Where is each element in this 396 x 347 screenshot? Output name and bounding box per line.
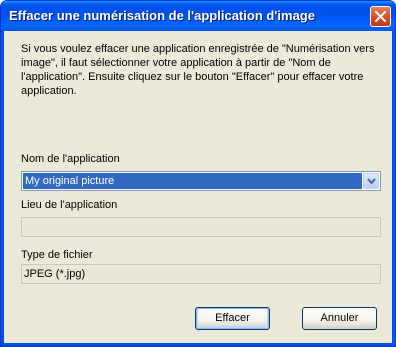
app-location-field bbox=[21, 217, 381, 237]
delete-button[interactable]: Effacer bbox=[195, 307, 270, 330]
app-name-dropdown[interactable]: My original picture bbox=[21, 171, 381, 191]
window-title: Effacer une numérisation de l'applicatio… bbox=[9, 8, 315, 23]
app-name-selected: My original picture bbox=[23, 173, 362, 189]
chevron-down-icon bbox=[367, 178, 376, 185]
app-location-label: Lieu de l'application bbox=[21, 199, 118, 211]
file-type-field: JPEG (*.jpg) bbox=[21, 264, 381, 284]
app-name-label: Nom de l'application bbox=[21, 153, 120, 165]
dialog-window: Effacer une numérisation de l'applicatio… bbox=[0, 0, 396, 347]
title-bar[interactable]: Effacer une numérisation de l'applicatio… bbox=[1, 1, 395, 31]
close-button[interactable] bbox=[370, 6, 391, 27]
description-text: Si vous voulez effacer une application e… bbox=[21, 43, 375, 97]
dialog-content: Si vous voulez effacer une application e… bbox=[1, 31, 395, 346]
cancel-button[interactable]: Annuler bbox=[302, 307, 377, 330]
close-icon bbox=[375, 11, 386, 22]
file-type-label: Type de fichier bbox=[21, 249, 93, 261]
dropdown-button[interactable] bbox=[363, 173, 379, 189]
